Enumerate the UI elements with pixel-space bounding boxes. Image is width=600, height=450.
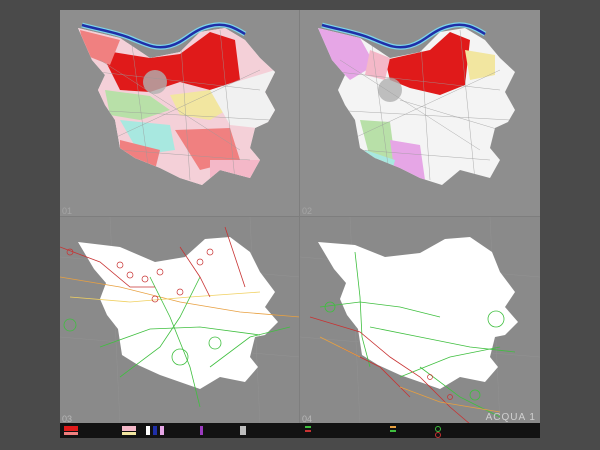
legend-swatch: [200, 426, 203, 435]
legend-swatch: [160, 426, 164, 435]
map-panel-02: 02: [300, 10, 540, 217]
legend-swatch: [435, 432, 441, 438]
map-01-graphic: [78, 22, 275, 185]
map-panel-04: 04: [300, 217, 540, 424]
panel-divider-horizontal: [60, 216, 540, 217]
legend-swatch: [64, 432, 78, 435]
panel-divider-vertical: [299, 10, 300, 424]
legend-strip: [60, 423, 540, 438]
legend-swatch: [390, 426, 396, 428]
sheet-title: ACQUA 1: [485, 412, 536, 423]
legend-swatch: [305, 430, 311, 432]
panel-number: 02: [302, 206, 313, 216]
map-02-graphic: [318, 22, 515, 185]
legend-swatch: [240, 426, 246, 435]
legend-swatch: [305, 426, 311, 428]
panel-number: 01: [62, 206, 73, 216]
map-sheet: 01 02 03 04 ACQUA 1: [60, 10, 540, 438]
map-04-graphic: [300, 217, 540, 424]
map-03-graphic: [60, 217, 300, 424]
map-panel-01: 01: [60, 10, 300, 217]
legend-swatch: [122, 426, 136, 431]
legend-swatch: [122, 432, 136, 435]
legend-swatch: [153, 426, 157, 435]
legend-swatch: [64, 426, 78, 431]
map-panel-03: 03: [60, 217, 300, 424]
legend-swatch: [390, 430, 396, 432]
legend-swatch: [146, 426, 150, 435]
